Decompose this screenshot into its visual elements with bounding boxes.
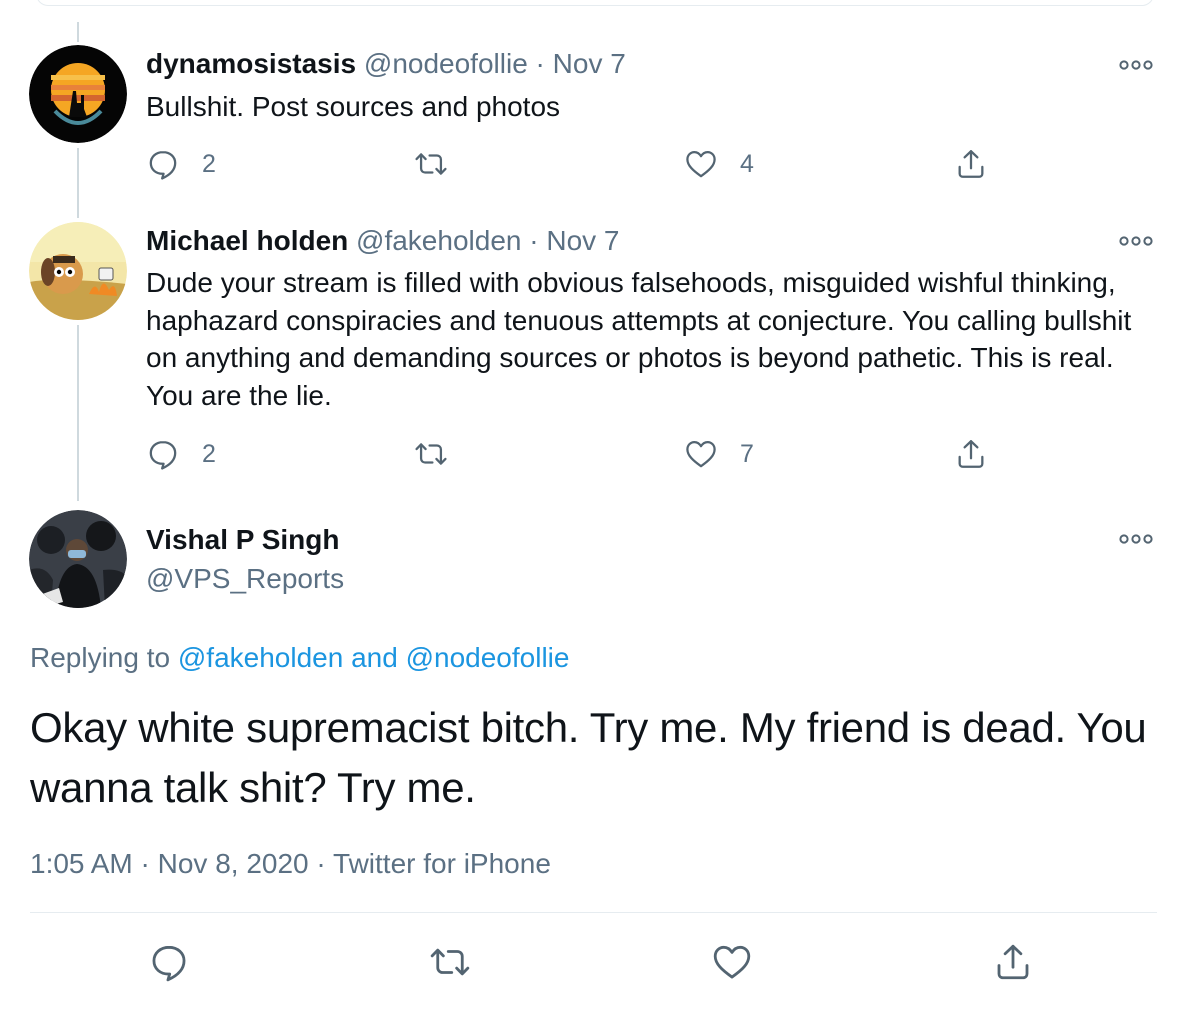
replying-to: Replying to @fakeholden and @nodeofollie — [30, 640, 569, 676]
thread-line — [77, 22, 79, 42]
divider — [30, 912, 1157, 913]
handle[interactable]: @fakeholden — [356, 225, 521, 256]
share-button[interactable] — [992, 942, 1034, 982]
retweet-button[interactable] — [414, 144, 448, 184]
tweet-meta: 1:05 AM · Nov 8, 2020 · Twitter for iPho… — [30, 846, 551, 882]
display-name[interactable]: Vishal P Singh — [146, 524, 339, 555]
handle[interactable]: @VPS_Reports — [146, 562, 344, 596]
previous-tweet-edge — [36, 0, 1154, 6]
heart-icon — [684, 437, 718, 471]
reply-count: 2 — [202, 439, 216, 468]
retweet-button[interactable] — [429, 942, 471, 982]
more-icon[interactable] — [1118, 58, 1154, 72]
tweet-actions: 2 4 — [146, 144, 1006, 184]
tweet-header: dynamosistasis @nodeofollie · Nov 7 — [146, 47, 626, 81]
tweet-date[interactable]: Nov 7 — [553, 48, 626, 79]
retweet-icon — [429, 941, 471, 983]
retweet-icon — [414, 147, 448, 181]
heart-icon — [684, 147, 718, 181]
more-icon[interactable] — [1118, 234, 1154, 248]
share-button[interactable] — [954, 144, 988, 184]
separator: · — [535, 48, 545, 79]
like-button[interactable]: 4 — [684, 144, 754, 184]
tweet-date[interactable]: Nov 8, 2020 — [158, 848, 309, 879]
reply-icon — [148, 941, 190, 983]
tweet-actions — [0, 938, 1200, 988]
replying-user-link[interactable]: @fakeholden — [178, 642, 343, 673]
share-icon — [954, 147, 988, 181]
reply-button[interactable]: 2 — [146, 144, 216, 184]
replying-and: and — [351, 642, 398, 673]
separator: · — [316, 848, 326, 879]
like-button[interactable]: 7 — [684, 434, 754, 474]
separator: · — [529, 225, 539, 256]
display-name[interactable]: dynamosistasis — [146, 48, 356, 79]
separator: · — [140, 848, 150, 879]
share-icon — [954, 437, 988, 471]
heart-icon — [711, 941, 753, 983]
display-name[interactable]: Michael holden — [146, 225, 348, 256]
thread-line — [77, 148, 79, 218]
handle[interactable]: @nodeofollie — [364, 48, 528, 79]
tweet-text: Okay white supremacist bitch. Try me. My… — [30, 704, 1147, 811]
retweet-button[interactable] — [414, 434, 448, 474]
reply-button[interactable] — [148, 942, 190, 982]
tweet-source[interactable]: Twitter for iPhone — [333, 848, 551, 879]
tweet-time[interactable]: 1:05 AM — [30, 848, 133, 879]
more-icon[interactable] — [1118, 532, 1154, 546]
author-name: Vishal P Singh — [146, 523, 339, 557]
share-icon — [992, 941, 1034, 983]
tweet-actions: 2 7 — [146, 434, 1006, 474]
retweet-icon — [414, 437, 448, 471]
reply-count: 2 — [202, 149, 216, 178]
thread-line — [77, 325, 79, 501]
tweet-header: Michael holden @fakeholden · Nov 7 — [146, 224, 620, 258]
tweet-text: Dude your stream is filled with obvious … — [146, 267, 1132, 411]
reply-icon — [146, 437, 180, 471]
like-count: 7 — [740, 439, 754, 468]
tweet-date[interactable]: Nov 7 — [546, 225, 619, 256]
reply-button[interactable]: 2 — [146, 434, 216, 474]
like-count: 4 — [740, 149, 754, 178]
avatar[interactable] — [29, 510, 127, 608]
avatar[interactable] — [29, 45, 127, 143]
replying-prefix: Replying to — [30, 642, 171, 673]
tweet-text: Bullshit. Post sources and photos — [146, 91, 561, 122]
like-button[interactable] — [711, 942, 753, 982]
share-button[interactable] — [954, 434, 988, 474]
replying-user-link[interactable]: @nodeofollie — [406, 642, 570, 673]
reply-icon — [146, 147, 180, 181]
avatar[interactable] — [29, 222, 127, 320]
